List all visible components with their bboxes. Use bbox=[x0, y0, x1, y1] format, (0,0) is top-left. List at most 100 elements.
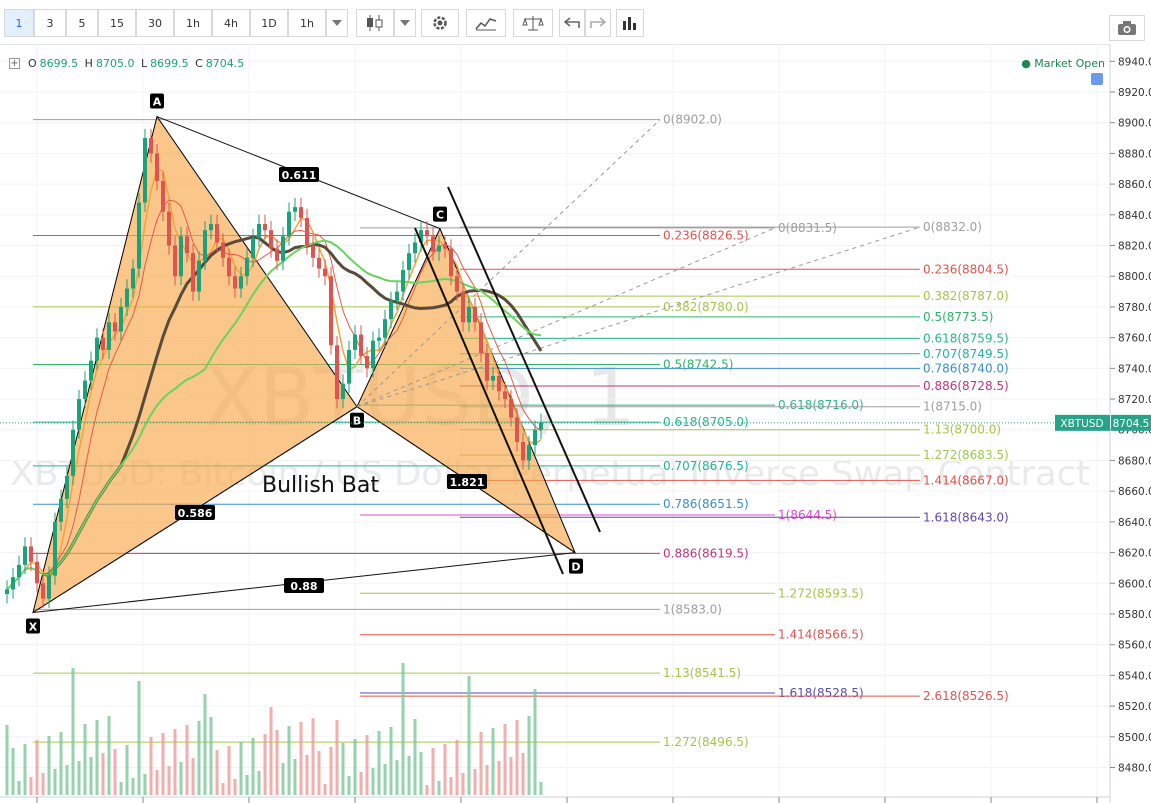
price-chart[interactable]: XBTUSD, 1 XBTUSD: Bitcoin / US Dollar Pe… bbox=[0, 0, 1151, 803]
volume-bar bbox=[167, 766, 171, 795]
candle-body bbox=[35, 561, 39, 584]
price-axis-label: 8640.0 bbox=[1118, 517, 1151, 529]
candle-body bbox=[533, 429, 537, 446]
volume-bar bbox=[161, 733, 165, 795]
volume-bar bbox=[371, 768, 375, 795]
volume-bar bbox=[179, 762, 183, 795]
volume-bar bbox=[461, 773, 465, 795]
candle-body bbox=[407, 253, 411, 271]
candle-body bbox=[137, 202, 141, 269]
candle-body bbox=[215, 224, 219, 243]
fib-label: 0.618(8705.0) bbox=[663, 415, 749, 429]
candle-body bbox=[209, 224, 213, 231]
candle-body bbox=[395, 291, 399, 301]
volume-bars bbox=[5, 663, 543, 795]
volume-bar bbox=[41, 773, 45, 795]
volume-bar bbox=[389, 727, 393, 795]
price-axis-label: 8820.0 bbox=[1118, 241, 1151, 253]
volume-bar bbox=[299, 722, 303, 795]
volume-bar bbox=[317, 751, 321, 795]
harmonic-ratio-label: 0.88 bbox=[290, 580, 317, 593]
volume-bar bbox=[263, 734, 267, 795]
volume-bar bbox=[323, 784, 327, 795]
harmonic-ratio-label: 0.611 bbox=[282, 169, 317, 182]
volume-bar bbox=[359, 772, 363, 795]
volume-bar bbox=[83, 724, 87, 795]
volume-bar bbox=[65, 765, 69, 795]
fib-label: 0.786(8740.0) bbox=[923, 361, 1009, 375]
fib-label: 1.272(8496.5) bbox=[663, 735, 749, 749]
volume-bar bbox=[215, 750, 219, 795]
volume-bar bbox=[329, 747, 333, 795]
market-status: ● Market Open bbox=[1021, 57, 1105, 70]
candle-body bbox=[437, 245, 441, 252]
volume-bar bbox=[71, 668, 75, 795]
fib-label: 0(8832.0) bbox=[923, 220, 982, 234]
price-axis-label: 8540.0 bbox=[1118, 670, 1151, 682]
fib-label: 1.414(8667.0) bbox=[923, 473, 1009, 487]
volume-bar bbox=[233, 779, 237, 795]
candle-body bbox=[41, 583, 45, 599]
fib-label: 0.236(8826.5) bbox=[663, 229, 749, 243]
price-axis-label: 8680.0 bbox=[1118, 455, 1151, 467]
candle-body bbox=[143, 138, 147, 203]
volume-bar bbox=[347, 776, 351, 795]
harmonic-point-label: B bbox=[353, 415, 361, 428]
candle-body bbox=[191, 253, 195, 292]
volume-bar bbox=[77, 761, 81, 795]
volume-bar bbox=[17, 781, 21, 795]
candle-body bbox=[275, 248, 279, 261]
fib-label: 1(8644.5) bbox=[778, 508, 837, 522]
volume-bar bbox=[419, 752, 423, 795]
ohlc-open-label: O bbox=[28, 57, 37, 70]
volume-bar bbox=[11, 748, 15, 795]
candle-body bbox=[485, 352, 489, 381]
volume-bar bbox=[521, 753, 525, 795]
candle-body bbox=[269, 230, 273, 249]
volume-bar bbox=[185, 725, 189, 795]
candle-body bbox=[335, 345, 339, 400]
fib-label: 0.618(8716.0) bbox=[778, 398, 864, 412]
candle-body bbox=[101, 337, 105, 350]
volume-bar bbox=[227, 746, 231, 795]
candle-body bbox=[263, 224, 267, 231]
collapse-legend-icon[interactable]: + bbox=[9, 58, 20, 69]
volume-bar bbox=[29, 777, 33, 795]
volume-bar bbox=[191, 758, 195, 795]
volume-bar bbox=[509, 757, 513, 795]
candle-body bbox=[317, 257, 321, 269]
volume-bar bbox=[137, 681, 141, 795]
volume-bar bbox=[491, 728, 495, 795]
volume-bar bbox=[515, 720, 519, 795]
candle-body bbox=[233, 276, 237, 289]
candle-body bbox=[65, 475, 69, 499]
candle-body bbox=[251, 237, 255, 258]
candle-body bbox=[449, 248, 453, 277]
volume-bar bbox=[365, 735, 369, 795]
candle-body bbox=[383, 319, 387, 338]
candle-body bbox=[119, 306, 123, 332]
candle-body bbox=[389, 300, 393, 320]
candle-body bbox=[149, 138, 153, 154]
volume-bar bbox=[35, 740, 39, 795]
volume-bar bbox=[341, 743, 345, 795]
volume-bar bbox=[125, 745, 129, 795]
volume-bar bbox=[443, 744, 447, 795]
ohlc-close: 8704.5 bbox=[205, 57, 245, 70]
candle-body bbox=[413, 242, 417, 254]
candle-body bbox=[173, 245, 177, 277]
candle-body bbox=[521, 442, 525, 461]
candle-body bbox=[305, 217, 309, 246]
volume-bar bbox=[281, 763, 285, 795]
candle-body bbox=[497, 376, 501, 392]
candle-body bbox=[353, 334, 357, 350]
volume-bar bbox=[149, 737, 153, 795]
ohlc-high-label: H bbox=[84, 57, 93, 70]
candle-body bbox=[377, 337, 381, 341]
candle-body bbox=[113, 322, 117, 332]
harmonic-point-label: A bbox=[153, 96, 162, 109]
fib-label: 0.786(8651.5) bbox=[663, 497, 749, 511]
candle-body bbox=[221, 242, 225, 258]
volume-bar bbox=[59, 732, 63, 795]
scale-toggle-icon[interactable] bbox=[1091, 73, 1103, 85]
